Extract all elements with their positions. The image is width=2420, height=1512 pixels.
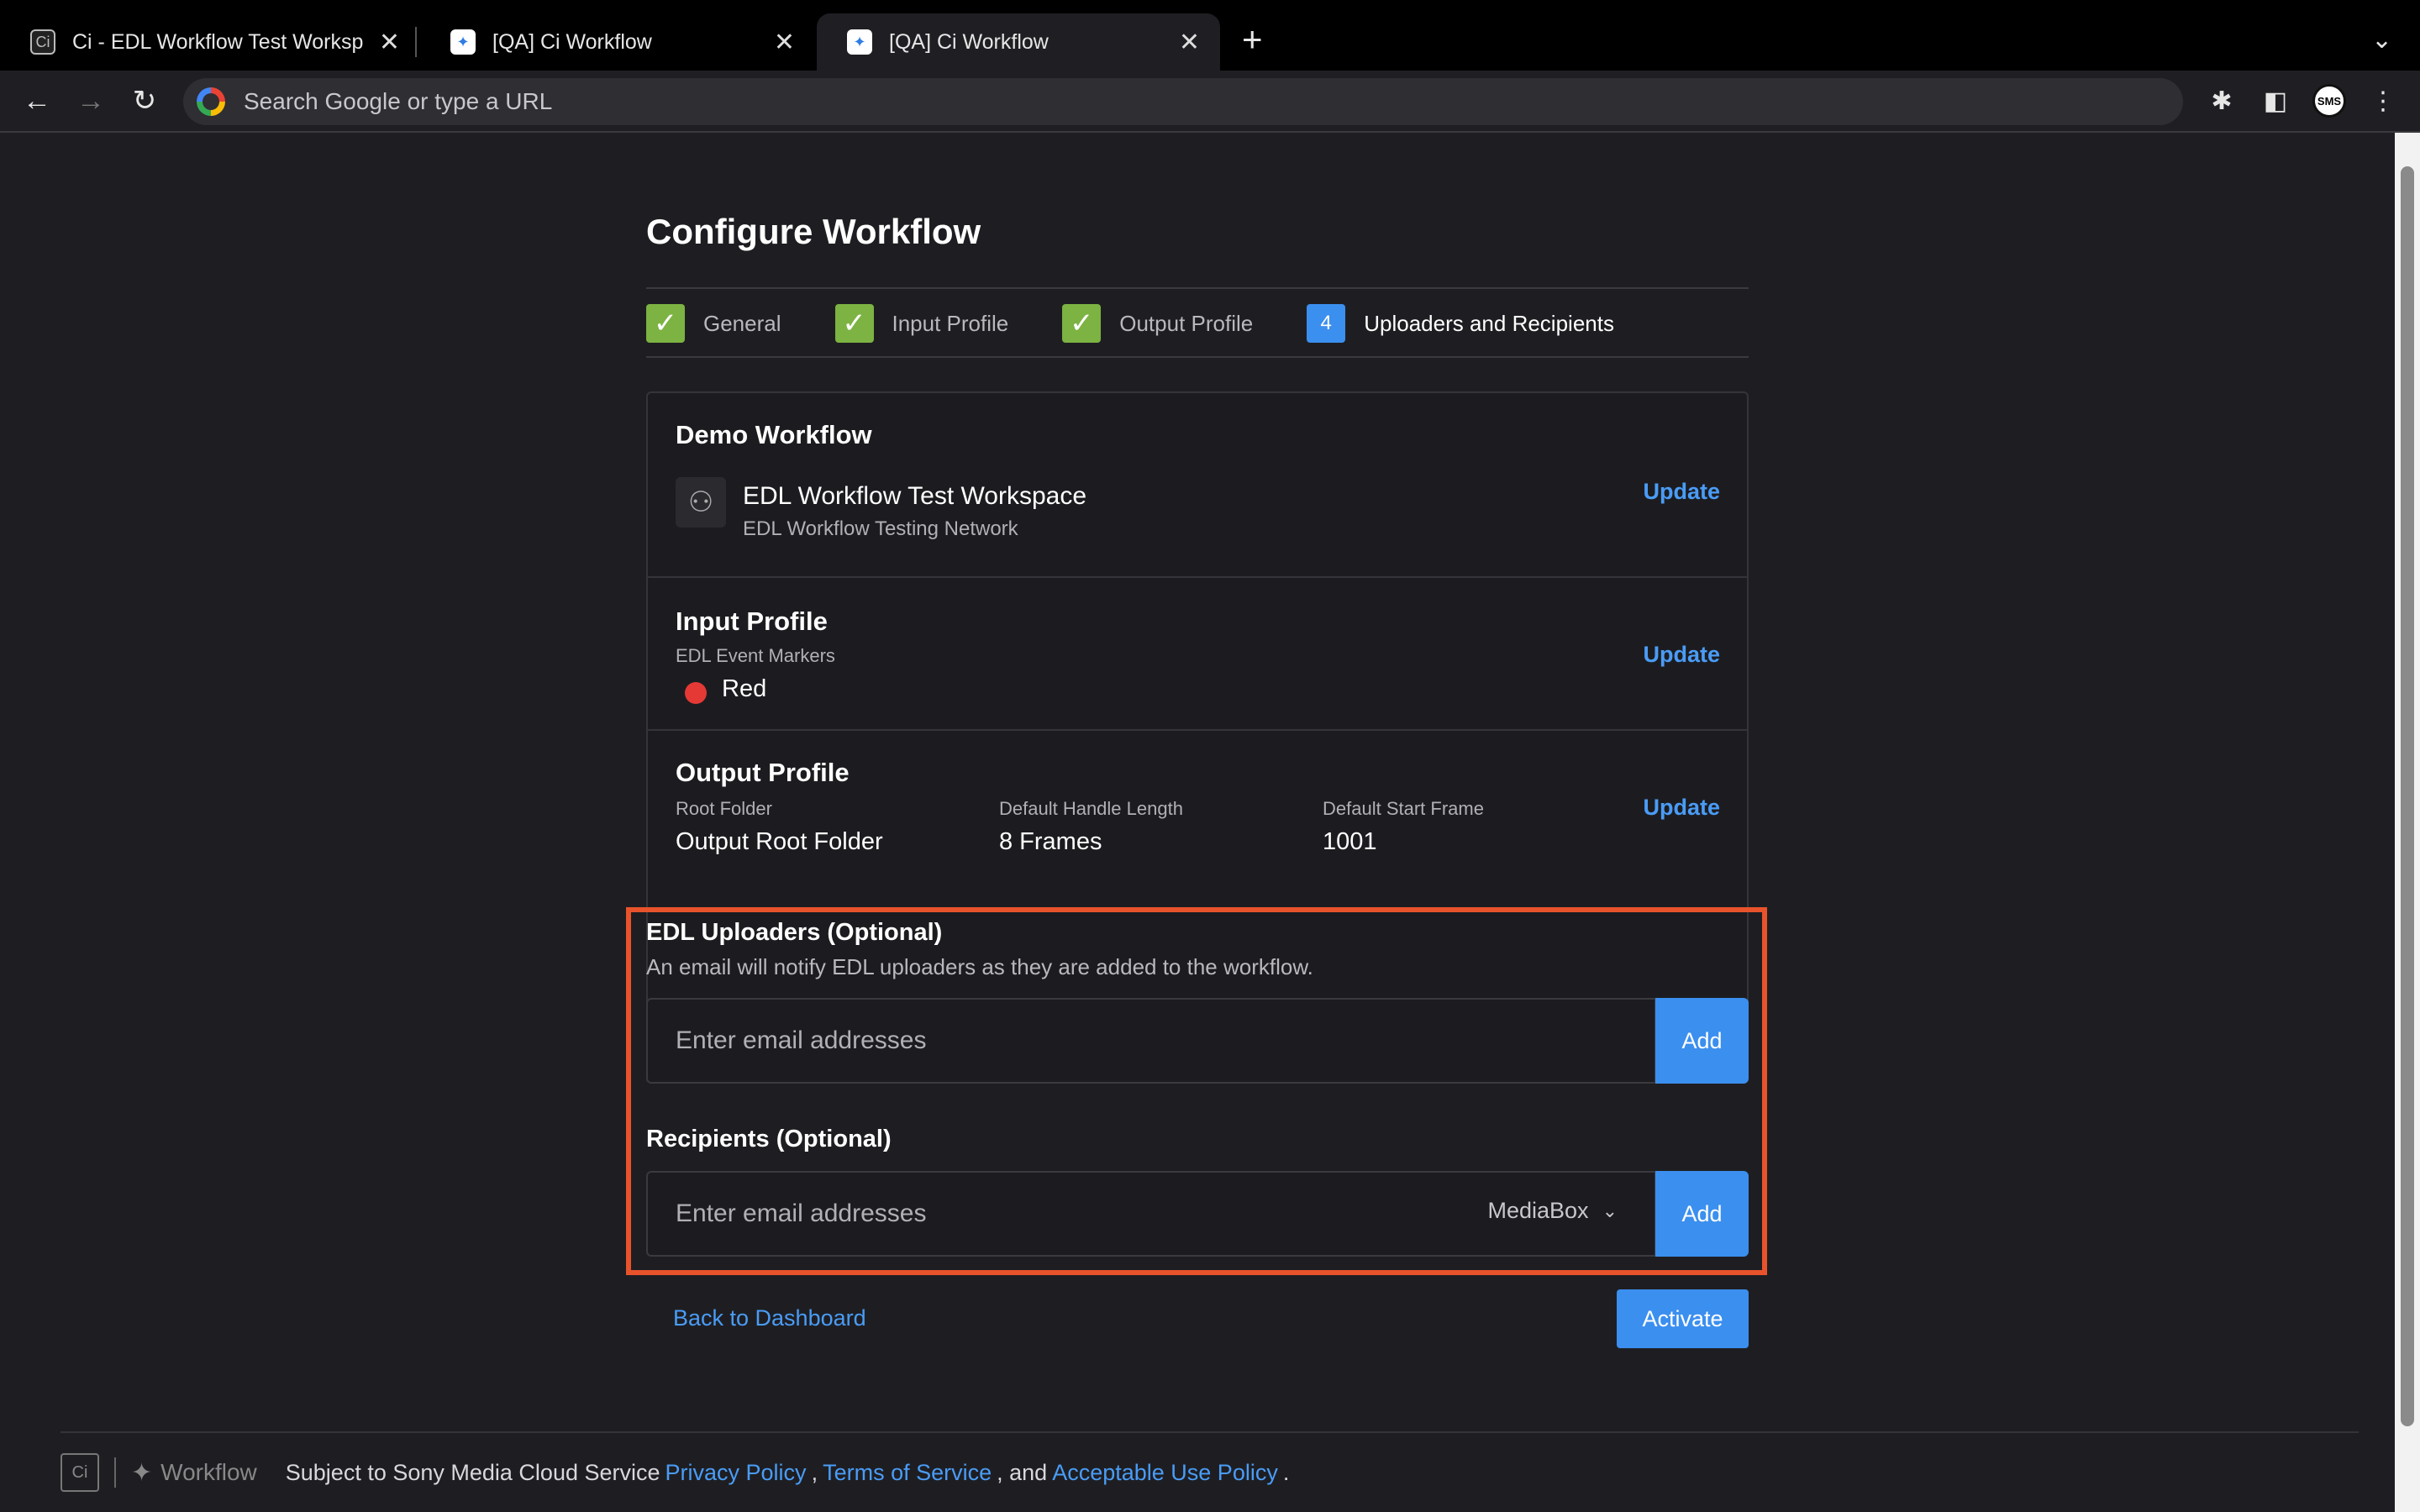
browser-toolbar: ← → ↻ ✱ ◧ SMS ⋮ [0, 71, 2420, 133]
stepper: ✓ General ✓ Input Profile ✓ Output Profi… [646, 302, 1668, 344]
back-arrow-icon[interactable]: ← [17, 81, 57, 121]
address-bar[interactable] [183, 78, 2183, 125]
step-label: Output Profile [1119, 310, 1254, 336]
destination-selected-value: MediaBox [1487, 1198, 1589, 1223]
page-scrollbar[interactable] [2395, 133, 2420, 1512]
recipients-title: Recipients (Optional) [646, 1126, 892, 1152]
workspace-name: EDL Workflow Test Workspace [743, 482, 1087, 510]
root-folder-value: Output Root Folder [676, 828, 883, 855]
step-general[interactable]: ✓ General [646, 304, 781, 343]
google-icon [197, 87, 225, 116]
back-to-dashboard-link[interactable]: Back to Dashboard [673, 1305, 866, 1331]
uploaders-email-input[interactable] [676, 1026, 1432, 1055]
recipients-email-field[interactable]: MediaBox ⌄ [646, 1171, 1656, 1257]
forward-arrow-icon[interactable]: → [71, 81, 111, 121]
privacy-policy-link[interactable]: Privacy Policy [666, 1460, 807, 1486]
update-input-profile-link[interactable]: Update [1643, 642, 1720, 668]
close-tab-icon[interactable]: ✕ [1179, 28, 1200, 57]
checkmark-icon: ✓ [1062, 304, 1102, 343]
workflow-section: Demo Workflow ⚇ EDL Workflow Test Worksp… [648, 393, 1747, 578]
output-profile-title: Output Profile [676, 758, 850, 787]
terms-of-service-link[interactable]: Terms of Service [823, 1460, 992, 1486]
input-profile-title: Input Profile [676, 606, 828, 636]
step-number-badge: 4 [1307, 304, 1346, 343]
chevron-down-icon[interactable]: ⌄ [2371, 25, 2392, 55]
tab-separator [415, 27, 417, 57]
acceptable-use-policy-link[interactable]: Acceptable Use Policy [1052, 1460, 1278, 1486]
markers-label: EDL Event Markers [676, 645, 835, 666]
workflow-icon: ✦ [450, 29, 476, 55]
page-title: Configure Workflow [646, 212, 981, 251]
add-uploader-button[interactable]: Add [1655, 998, 1749, 1084]
root-folder-label: Root Folder [676, 798, 772, 819]
step-input-profile[interactable]: ✓ Input Profile [834, 304, 1009, 343]
workflow-icon: ✦ [131, 1458, 153, 1487]
step-output-profile[interactable]: ✓ Output Profile [1062, 304, 1253, 343]
footer-divider [60, 1431, 2359, 1433]
workflow-brand: Workflow [160, 1459, 257, 1485]
url-input[interactable] [244, 88, 2092, 115]
step-uploaders-recipients[interactable]: 4 Uploaders and Recipients [1307, 304, 1614, 343]
marker-color-name: Red [722, 675, 767, 702]
divider [646, 287, 1749, 289]
marker-color-dot [685, 682, 707, 704]
add-recipient-button[interactable]: Add [1655, 1171, 1749, 1257]
ci-logo-icon: Ci [60, 1453, 99, 1492]
page-content: Configure Workflow ✓ General ✓ Input Pro… [0, 133, 2395, 1512]
checkmark-icon: ✓ [646, 304, 685, 343]
avatar: SMS [2312, 84, 2346, 118]
start-frame-label: Default Start Frame [1323, 798, 1484, 819]
scrollbar-thumb[interactable] [2401, 166, 2414, 1426]
handle-length-value: 8 Frames [999, 828, 1102, 855]
workflow-icon: ✦ [847, 29, 872, 55]
uploaders-email-field[interactable] [646, 998, 1656, 1084]
footer-text: Subject to Sony Media Cloud Service [285, 1459, 660, 1485]
input-profile-section: Input Profile EDL Event Markers Red Upda… [648, 578, 1747, 731]
update-output-profile-link[interactable]: Update [1643, 795, 1720, 821]
side-panel-icon[interactable]: ◧ [2257, 82, 2294, 119]
uploaders-title: EDL Uploaders (Optional) [646, 919, 943, 946]
footer-separator: , and [997, 1459, 1048, 1485]
divider [646, 356, 1749, 358]
tab-title: Ci - EDL Workflow Test Worksp [72, 29, 364, 54]
update-workflow-link[interactable]: Update [1643, 479, 1720, 505]
checkmark-icon: ✓ [834, 304, 874, 343]
users-group-icon: ⚇ [676, 477, 726, 528]
close-tab-icon[interactable]: ✕ [774, 28, 795, 57]
uploaders-description: An email will notify EDL uploaders as th… [646, 954, 1313, 979]
start-frame-value: 1001 [1323, 828, 1377, 855]
close-tab-icon[interactable]: ✕ [379, 28, 400, 57]
step-label: General [703, 310, 781, 336]
divider [114, 1457, 116, 1488]
browser-tabstrip: Ci Ci - EDL Workflow Test Worksp ✕ ✦ [QA… [0, 0, 2420, 71]
recipients-email-input[interactable] [676, 1200, 1432, 1228]
activate-button[interactable]: Activate [1617, 1289, 1749, 1348]
network-name: EDL Workflow Testing Network [743, 517, 1018, 540]
footer: Ci ✦ Workflow Subject to Sony Media Clou… [60, 1452, 1289, 1494]
tab-title: [QA] Ci Workflow [889, 29, 1049, 54]
destination-select[interactable]: MediaBox ⌄ [1487, 1198, 1618, 1224]
browser-tab-3-active[interactable]: ✦ [QA] Ci Workflow ✕ [817, 13, 1220, 71]
step-label: Uploaders and Recipients [1364, 310, 1614, 336]
workflow-name: Demo Workflow [676, 420, 872, 449]
handle-length-label: Default Handle Length [999, 798, 1183, 819]
new-tab-icon[interactable]: + [1242, 22, 1263, 57]
ci-logo-icon: Ci [30, 29, 55, 55]
menu-kebab-icon[interactable]: ⋮ [2365, 82, 2402, 119]
step-label: Input Profile [892, 310, 1009, 336]
workflow-logo: ✦ Workflow [131, 1458, 257, 1488]
extensions-icon[interactable]: ✱ [2203, 82, 2240, 119]
footer-period: . [1282, 1459, 1290, 1485]
tab-title: [QA] Ci Workflow [492, 29, 652, 54]
profile-button[interactable]: SMS [2311, 82, 2348, 119]
browser-tab-1[interactable]: Ci Ci - EDL Workflow Test Worksp ✕ [0, 13, 420, 71]
reload-icon[interactable]: ↻ [124, 81, 165, 121]
browser-tab-2[interactable]: ✦ [QA] Ci Workflow ✕ [420, 13, 815, 71]
chevron-down-icon: ⌄ [1602, 1200, 1618, 1221]
footer-separator: , [811, 1459, 818, 1485]
